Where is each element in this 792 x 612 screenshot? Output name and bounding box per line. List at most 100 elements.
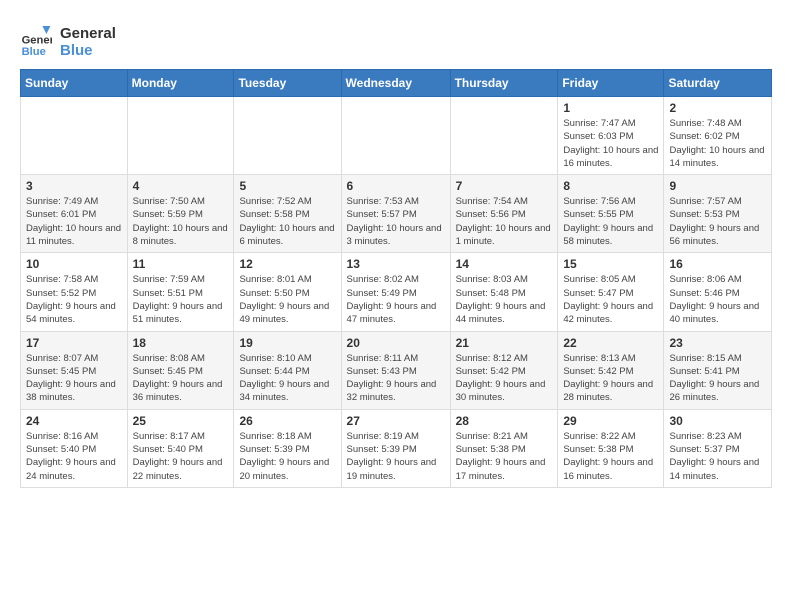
calendar-cell [127,97,234,175]
calendar-cell: 2 Sunrise: 7:48 AM Sunset: 6:02 PM Daylig… [664,97,772,175]
day-info: Sunrise: 8:11 AM Sunset: 5:43 PM Dayligh… [347,352,445,405]
page-header: General Blue General Blue [20,20,772,59]
day-info: Sunrise: 7:52 AM Sunset: 5:58 PM Dayligh… [239,195,335,248]
day-number: 11 [133,257,229,271]
day-info: Sunrise: 8:01 AM Sunset: 5:50 PM Dayligh… [239,273,335,326]
calendar-cell: 1 Sunrise: 7:47 AM Sunset: 6:03 PM Daylig… [558,97,664,175]
day-number: 12 [239,257,335,271]
weekday-header: Thursday [450,70,558,97]
calendar-cell: 15 Sunrise: 8:05 AM Sunset: 5:47 PM Dayli… [558,253,664,331]
calendar-cell: 28Sunrise: 8:21 AM Sunset: 5:38 PM Dayli… [450,409,558,487]
calendar-cell: 7Sunrise: 7:54 AM Sunset: 5:56 PM Daylig… [450,175,558,253]
day-number: 7 [456,179,553,193]
calendar-cell: 3 Sunrise: 7:49 AM Sunset: 6:01 PM Daylig… [21,175,128,253]
weekday-header: Tuesday [234,70,341,97]
day-info: Sunrise: 8:23 AM Sunset: 5:37 PM Dayligh… [669,430,766,483]
calendar-cell: 30 Sunrise: 8:23 AM Sunset: 5:37 PM Dayli… [664,409,772,487]
day-info: Sunrise: 8:21 AM Sunset: 5:38 PM Dayligh… [456,430,553,483]
day-number: 10 [26,257,122,271]
calendar-cell: 19 Sunrise: 8:10 AM Sunset: 5:44 PM Dayli… [234,331,341,409]
day-info: Sunrise: 7:50 AM Sunset: 5:59 PM Dayligh… [133,195,229,248]
day-number: 9 [669,179,766,193]
day-info: Sunrise: 8:13 AM Sunset: 5:42 PM Dayligh… [563,352,658,405]
day-number: 18 [133,336,229,350]
day-number: 6 [347,179,445,193]
calendar-cell: 23 Sunrise: 8:15 AM Sunset: 5:41 PM Dayli… [664,331,772,409]
calendar-cell: 6 Sunrise: 7:53 AM Sunset: 5:57 PM Daylig… [341,175,450,253]
day-info: Sunrise: 8:03 AM Sunset: 5:48 PM Dayligh… [456,273,553,326]
day-info: Sunrise: 7:48 AM Sunset: 6:02 PM Dayligh… [669,117,766,170]
calendar-cell: 21 Sunrise: 8:12 AM Sunset: 5:42 PM Dayli… [450,331,558,409]
calendar-cell: 8 Sunrise: 7:56 AM Sunset: 5:55 PM Daylig… [558,175,664,253]
day-number: 15 [563,257,658,271]
day-number: 26 [239,414,335,428]
day-info: Sunrise: 8:12 AM Sunset: 5:42 PM Dayligh… [456,352,553,405]
day-info: Sunrise: 7:56 AM Sunset: 5:55 PM Dayligh… [563,195,658,248]
calendar-week-row: 17 Sunrise: 8:07 AM Sunset: 5:45 PM Dayli… [21,331,772,409]
calendar-cell: 9 Sunrise: 7:57 AM Sunset: 5:53 PM Daylig… [664,175,772,253]
day-number: 29 [563,414,658,428]
day-info: Sunrise: 8:08 AM Sunset: 5:45 PM Dayligh… [133,352,229,405]
day-info: Sunrise: 8:10 AM Sunset: 5:44 PM Dayligh… [239,352,335,405]
calendar-cell: 17 Sunrise: 8:07 AM Sunset: 5:45 PM Dayli… [21,331,128,409]
calendar-cell: 24Sunrise: 8:16 AM Sunset: 5:40 PM Dayli… [21,409,128,487]
day-info: Sunrise: 8:05 AM Sunset: 5:47 PM Dayligh… [563,273,658,326]
day-info: Sunrise: 7:47 AM Sunset: 6:03 PM Dayligh… [563,117,658,170]
calendar-cell: 11 Sunrise: 7:59 AM Sunset: 5:51 PM Dayli… [127,253,234,331]
weekday-header: Sunday [21,70,128,97]
day-info: Sunrise: 7:57 AM Sunset: 5:53 PM Dayligh… [669,195,766,248]
day-number: 13 [347,257,445,271]
day-number: 27 [347,414,445,428]
day-number: 8 [563,179,658,193]
day-number: 19 [239,336,335,350]
day-info: Sunrise: 8:06 AM Sunset: 5:46 PM Dayligh… [669,273,766,326]
day-number: 16 [669,257,766,271]
calendar-cell [341,97,450,175]
calendar-cell: 4 Sunrise: 7:50 AM Sunset: 5:59 PM Daylig… [127,175,234,253]
day-number: 30 [669,414,766,428]
day-info: Sunrise: 8:07 AM Sunset: 5:45 PM Dayligh… [26,352,122,405]
calendar-cell: 13Sunrise: 8:02 AM Sunset: 5:49 PM Dayli… [341,253,450,331]
day-number: 25 [133,414,229,428]
day-info: Sunrise: 8:15 AM Sunset: 5:41 PM Dayligh… [669,352,766,405]
logo-general: General [60,25,116,42]
weekday-header: Friday [558,70,664,97]
day-number: 4 [133,179,229,193]
svg-text:Blue: Blue [22,46,46,58]
day-info: Sunrise: 8:19 AM Sunset: 5:39 PM Dayligh… [347,430,445,483]
calendar-cell: 5Sunrise: 7:52 AM Sunset: 5:58 PM Daylig… [234,175,341,253]
calendar-cell [21,97,128,175]
calendar-cell: 12 Sunrise: 8:01 AM Sunset: 5:50 PM Dayli… [234,253,341,331]
day-number: 20 [347,336,445,350]
logo-icon: General Blue [20,26,52,58]
calendar-cell: 20 Sunrise: 8:11 AM Sunset: 5:43 PM Dayli… [341,331,450,409]
calendar-cell: 16 Sunrise: 8:06 AM Sunset: 5:46 PM Dayli… [664,253,772,331]
day-number: 23 [669,336,766,350]
weekday-header: Wednesday [341,70,450,97]
day-number: 22 [563,336,658,350]
day-number: 17 [26,336,122,350]
calendar-cell: 18 Sunrise: 8:08 AM Sunset: 5:45 PM Dayli… [127,331,234,409]
calendar-cell: 25 Sunrise: 8:17 AM Sunset: 5:40 PM Dayli… [127,409,234,487]
day-info: Sunrise: 7:49 AM Sunset: 6:01 PM Dayligh… [26,195,122,248]
day-number: 3 [26,179,122,193]
day-info: Sunrise: 7:58 AM Sunset: 5:52 PM Dayligh… [26,273,122,326]
calendar-cell: 29Sunrise: 8:22 AM Sunset: 5:38 PM Dayli… [558,409,664,487]
calendar-cell [234,97,341,175]
calendar-cell: 26Sunrise: 8:18 AM Sunset: 5:39 PM Dayli… [234,409,341,487]
day-number: 1 [563,101,658,115]
day-info: Sunrise: 7:53 AM Sunset: 5:57 PM Dayligh… [347,195,445,248]
day-info: Sunrise: 7:59 AM Sunset: 5:51 PM Dayligh… [133,273,229,326]
calendar-week-row: 3 Sunrise: 7:49 AM Sunset: 6:01 PM Daylig… [21,175,772,253]
calendar-table: SundayMondayTuesdayWednesdayThursdayFrid… [20,69,772,488]
day-info: Sunrise: 8:17 AM Sunset: 5:40 PM Dayligh… [133,430,229,483]
calendar-week-row: 1 Sunrise: 7:47 AM Sunset: 6:03 PM Daylig… [21,97,772,175]
calendar-week-row: 24Sunrise: 8:16 AM Sunset: 5:40 PM Dayli… [21,409,772,487]
day-number: 2 [669,101,766,115]
day-number: 21 [456,336,553,350]
weekday-header-row: SundayMondayTuesdayWednesdayThursdayFrid… [21,70,772,97]
day-info: Sunrise: 8:16 AM Sunset: 5:40 PM Dayligh… [26,430,122,483]
day-number: 14 [456,257,553,271]
logo: General Blue General Blue [20,25,116,59]
calendar-cell: 27 Sunrise: 8:19 AM Sunset: 5:39 PM Dayli… [341,409,450,487]
